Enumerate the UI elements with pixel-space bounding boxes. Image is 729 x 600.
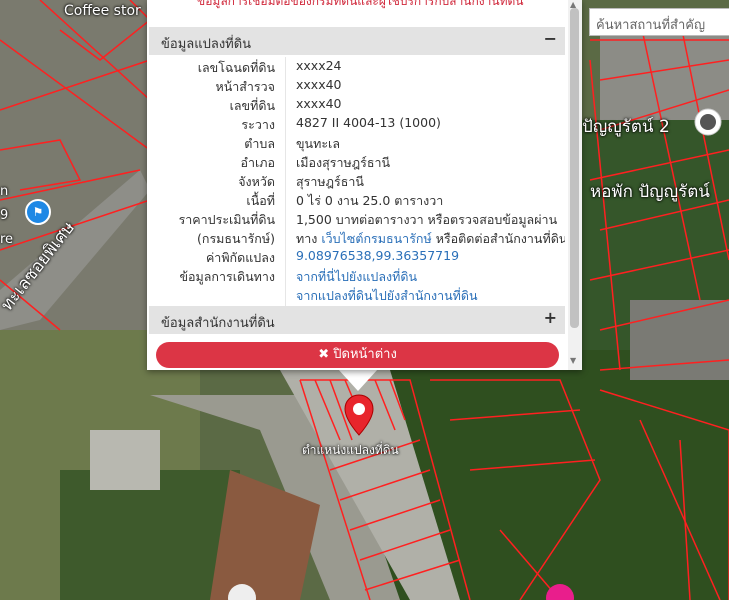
scroll-down-icon[interactable]: ▼ (570, 356, 576, 365)
detail-key: ระวาง (241, 117, 275, 132)
detail-key: ตำบล (244, 136, 275, 151)
detail-row: อำเภอ เมืองสุราษฎร์ธานี (149, 152, 565, 173)
popup-scroll-area[interactable]: ข้อมูลการเชื่อมต่อของกรมที่ดินและผู้ใช้บ… (147, 0, 565, 370)
expand-icon[interactable]: + (544, 308, 557, 327)
coordinates-link[interactable]: 9.08976538,99.36357719 (296, 248, 459, 263)
detail-row: ราคาประเมินที่ดิน 1,500 บาทต่อตารางวา หรื… (149, 209, 565, 230)
popup-scrollbar-thumb[interactable] (570, 8, 579, 328)
section-parcel-info-header[interactable]: ข้อมูลแปลงที่ดิน − (149, 27, 565, 55)
detail-row: หน้าสำรวจ xxxx40 (149, 76, 565, 97)
landmark-search-input[interactable]: ค้นหาสถานที่สำคัญ (589, 8, 729, 36)
detail-value: ขุนทะเล (296, 136, 340, 151)
detail-row: จังหวัด สุราษฎร์ธานี (149, 171, 565, 192)
detail-key: เลขโฉนดที่ดิน (197, 60, 275, 75)
detail-value: 1,500 บาทต่อตารางวา หรือตรวจสอบข้อมูลผ่า… (296, 212, 558, 227)
detail-value-prefix: ทาง (296, 231, 318, 246)
map-label-dorm-a: ปัญญูรัตน์ 2 (582, 117, 670, 137)
section-land-office-title: ข้อมูลสำนักงานที่ดิน (161, 316, 275, 331)
detail-value-suffix: หรือติดต่อสำนักงานที่ดิน (435, 231, 565, 246)
detail-value: 0 ไร่ 0 งาน 25.0 ตารางวา (296, 193, 444, 208)
close-window-button[interactable]: ✖ ปิดหน้าต่าง (156, 342, 559, 368)
detail-value: 4827 II 4004-13 (1000) (296, 115, 441, 130)
parcel-location-label: ตำแหน่งแปลงที่ดิน (302, 443, 399, 457)
section-parcel-info-title: ข้อมูลแปลงที่ดิน (161, 37, 252, 52)
detail-row: จากแปลงที่ดินไปยังสำนักงานที่ดิน (149, 285, 565, 306)
detail-key: จังหวัด (238, 174, 275, 189)
detail-row: (กรมธนารักษ์) ทาง เว็บไซต์กรมธนารักษ์ หรื… (149, 228, 565, 249)
detail-row: ข้อมูลการเดินทาง จากที่นี่ไปยังแปลงที่ดิน (149, 266, 565, 287)
detail-key: เลขที่ดิน (229, 98, 275, 113)
detail-row: ระวาง 4827 II 4004-13 (1000) (149, 114, 565, 135)
close-icon: ✖ (318, 347, 330, 362)
section-land-office-header[interactable]: ข้อมูลสำนักงานที่ดิน + (149, 306, 565, 334)
treasury-website-link[interactable]: เว็บไซต์กรมธนารักษ์ (321, 231, 431, 246)
search-placeholder: ค้นหาสถานที่สำคัญ (596, 18, 706, 33)
detail-key: ค่าพิกัดแปลง (205, 250, 275, 265)
detail-key: ราคาประเมินที่ดิน (178, 212, 275, 227)
detail-key: อำเภอ (240, 155, 275, 170)
map-label-left-b: 9 (0, 208, 9, 223)
map-label-left-c: re (0, 232, 14, 247)
detail-key: เนื้อที่ (246, 193, 275, 208)
detail-row: เลขที่ดิน xxxx40 (149, 95, 565, 116)
popup-top-note: ข้อมูลการเชื่อมต่อของกรมที่ดินและผู้ใช้บ… (197, 0, 524, 8)
detail-row: ตำบล ขุนทะเล (149, 133, 565, 154)
detail-value: xxxx24 (296, 58, 342, 73)
directions-to-parcel-link[interactable]: จากที่นี่ไปยังแปลงที่ดิน (296, 267, 417, 287)
detail-value: xxxx40 (296, 77, 342, 92)
collapse-icon[interactable]: − (544, 29, 557, 48)
detail-key: หน้าสำรวจ (215, 79, 275, 94)
detail-row: เลขโฉนดที่ดิน xxxx24 (149, 57, 565, 78)
scroll-up-icon[interactable]: ▲ (570, 0, 576, 9)
popup-pointer (338, 369, 378, 391)
detail-value: ทาง เว็บไซต์กรมธนารักษ์ หรือติดต่อสำนักง… (296, 229, 565, 249)
detail-value: เมืองสุราษฎร์ธานี (296, 155, 391, 170)
map-label-dorm-b: หอพัก ปัญญูรัตน์ (590, 182, 710, 202)
detail-row: เนื้อที่ 0 ไร่ 0 งาน 25.0 ตารางวา (149, 190, 565, 211)
map-label-left-a: n (0, 184, 9, 199)
directions-to-office-link[interactable]: จากแปลงที่ดินไปยังสำนักงานที่ดิน (296, 286, 478, 306)
parcel-location-pin-icon[interactable] (344, 394, 374, 436)
map-label-coffee: Coffee stor (64, 3, 141, 19)
detail-key: ข้อมูลการเดินทาง (179, 269, 275, 284)
parcel-info-popup: ข้อมูลการเชื่อมต่อของกรมที่ดินและผู้ใช้บ… (147, 0, 582, 370)
map-icon-left[interactable]: ⚑ (26, 200, 50, 224)
detail-key: (กรมธนารักษ์) (197, 231, 275, 246)
parcel-details: เลขโฉนดที่ดิน xxxx24 หน้าสำรวจ xxxx40 เลขท… (149, 57, 565, 306)
detail-value: สุราษฎร์ธานี (296, 174, 364, 189)
detail-value: xxxx40 (296, 96, 342, 111)
close-window-label: ปิดหน้าต่าง (333, 347, 397, 362)
detail-row: ค่าพิกัดแปลง 9.08976538,99.36357719 (149, 247, 565, 268)
